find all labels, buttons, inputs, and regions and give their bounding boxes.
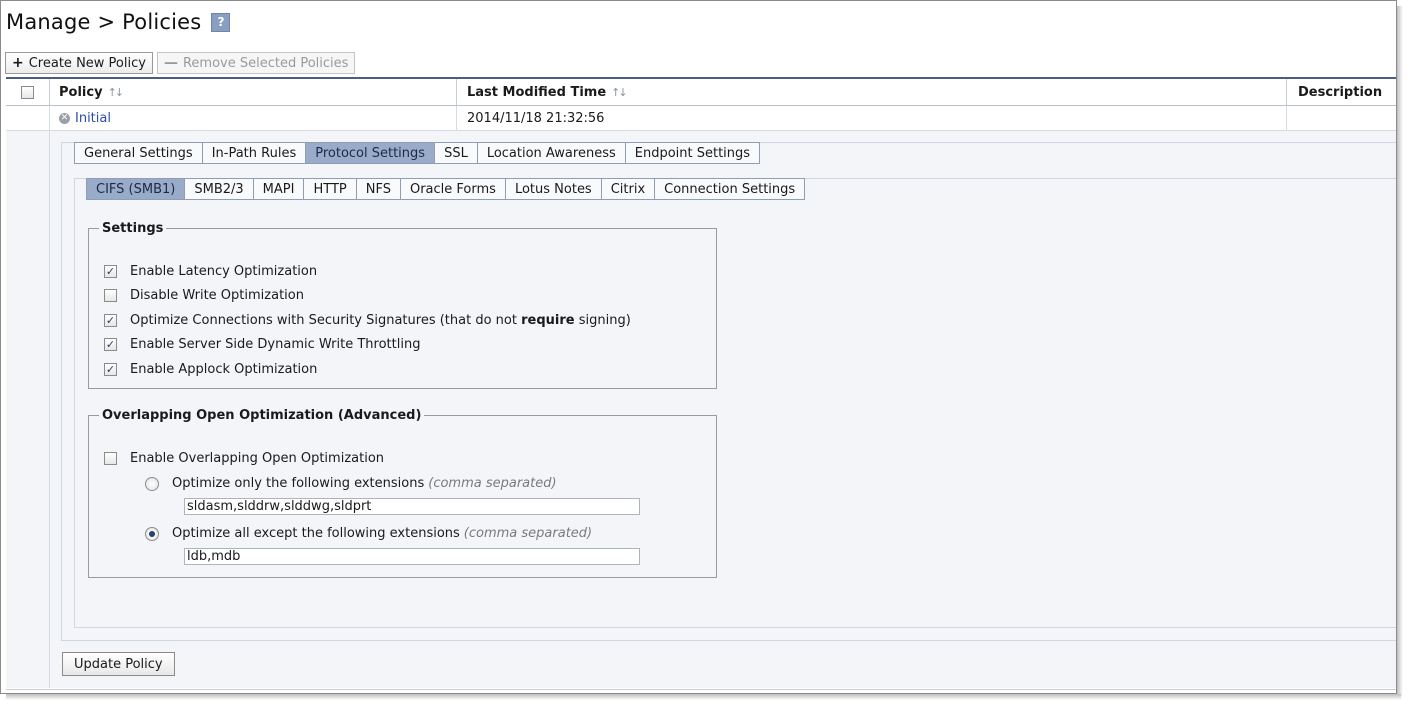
page-title: Manage > Policies — [6, 10, 202, 34]
window-shadow — [6, 694, 1401, 700]
option-label: Enable Latency Optimization — [130, 264, 318, 279]
option-label: Optimize only the following extensions — [172, 476, 425, 491]
option-security-signatures[interactable]: ✓ Optimize Connections with Security Sig… — [104, 313, 631, 328]
help-icon[interactable]: ? — [211, 12, 231, 32]
update-policy-button[interactable]: Update Policy — [62, 652, 175, 676]
tab-mapi[interactable]: MAPI — [253, 178, 305, 200]
option-label: Optimize Connections with Security Signa… — [130, 313, 631, 328]
checkbox-enable-overlapping-open[interactable] — [104, 452, 117, 465]
tab-in-path-rules[interactable]: In-Path Rules — [202, 142, 307, 164]
option-label-post: signing) — [574, 313, 631, 328]
option-label: Enable Server Side Dynamic Write Throttl… — [130, 337, 421, 352]
checkbox-write-throttling[interactable]: ✓ — [104, 338, 117, 351]
except-extensions-input[interactable]: ldb,mdb — [184, 548, 640, 565]
tab-lotus-notes[interactable]: Lotus Notes — [505, 178, 602, 200]
option-except-extensions[interactable]: Optimize all except the following extens… — [145, 526, 592, 541]
radio-only-extensions[interactable] — [145, 476, 159, 491]
detail-left-gutter — [6, 131, 50, 688]
option-enable-overlapping-open[interactable]: Enable Overlapping Open Optimization — [104, 451, 384, 466]
remove-policies-button[interactable]: — Remove Selected Policies — [156, 52, 356, 74]
tab-smb2-3[interactable]: SMB2/3 — [185, 178, 254, 200]
overlapping-open-legend: Overlapping Open Optimization (Advanced) — [102, 408, 422, 423]
column-header-last-modified[interactable]: Last Modified Time ↑↓ — [458, 79, 1287, 105]
option-label: Enable Applock Optimization — [130, 362, 318, 377]
protocol-settings-panel: CIFS (SMB1) SMB2/3 MAPI HTTP NFS Oracle … — [74, 178, 1396, 628]
policy-cell: ✕ Initial — [50, 106, 457, 130]
tab-oracle-forms[interactable]: Oracle Forms — [400, 178, 506, 200]
tab-endpoint-settings[interactable]: Endpoint Settings — [625, 142, 761, 164]
tab-http[interactable]: HTTP — [304, 178, 357, 200]
create-policy-label: Create New Policy — [28, 55, 146, 71]
sort-icon[interactable]: ↑↓ — [108, 86, 125, 99]
option-applock-optimization[interactable]: ✓ Enable Applock Optimization — [104, 362, 317, 377]
last-modified-cell: 2014/11/18 21:32:56 — [458, 106, 1287, 130]
tab-nfs[interactable]: NFS — [356, 178, 401, 200]
hint-text: (comma separated) — [463, 526, 593, 541]
column-header-policy[interactable]: Policy ↑↓ — [50, 79, 457, 105]
checkbox-latency-optimization[interactable]: ✓ — [104, 265, 117, 278]
option-label-bold: require — [521, 313, 575, 328]
checkbox-security-signatures[interactable]: ✓ — [104, 314, 117, 327]
column-header-policy-label: Policy — [59, 84, 103, 100]
option-label: Optimize all except the following extens… — [172, 526, 460, 541]
option-disable-write-optimization[interactable]: Disable Write Optimization — [104, 288, 304, 303]
sort-icon[interactable]: ↑↓ — [611, 86, 628, 99]
column-header-description-label: Description — [1298, 84, 1383, 100]
table-header: Policy ↑↓ Last Modified Time ↑↓ Descript… — [6, 79, 1396, 106]
overlapping-open-group: Overlapping Open Optimization (Advanced)… — [88, 408, 717, 578]
policies-table: Policy ↑↓ Last Modified Time ↑↓ Descript… — [6, 77, 1396, 693]
hint-text: (comma separated) — [428, 476, 557, 491]
row-select-cell — [6, 106, 50, 130]
only-extensions-input[interactable]: sldasm,slddrw,slddwg,sldprt — [184, 498, 640, 515]
collapse-icon[interactable]: ✕ — [59, 112, 70, 124]
checkbox-disable-write-optimization[interactable] — [104, 289, 117, 302]
protocol-tabs: CIFS (SMB1) SMB2/3 MAPI HTTP NFS Oracle … — [86, 178, 806, 200]
option-label: Disable Write Optimization — [130, 288, 304, 303]
option-label: Enable Overlapping Open Optimization — [130, 451, 385, 466]
policy-name-link[interactable]: Initial — [75, 111, 111, 126]
radio-except-extensions[interactable] — [145, 526, 159, 541]
plus-icon: + — [12, 55, 24, 71]
policy-settings-panel: General Settings In-Path Rules Protocol … — [61, 142, 1396, 641]
column-header-description: Description — [1288, 79, 1396, 105]
toolbar: + Create New Policy — Remove Selected Po… — [5, 52, 356, 74]
tab-citrix[interactable]: Citrix — [601, 178, 656, 200]
tab-connection-settings[interactable]: Connection Settings — [655, 178, 806, 200]
title-row: Manage > Policies ? — [6, 7, 231, 37]
option-label-pre: Optimize Connections with Security Signa… — [130, 313, 522, 328]
settings-legend: Settings — [102, 221, 164, 236]
option-write-throttling[interactable]: ✓ Enable Server Side Dynamic Write Throt… — [104, 337, 420, 352]
tab-general-settings[interactable]: General Settings — [74, 142, 203, 164]
tab-cifs-smb1[interactable]: CIFS (SMB1) — [86, 178, 186, 200]
settings-group: Settings ✓ Enable Latency Optimization D… — [88, 221, 717, 389]
remove-policies-label: Remove Selected Policies — [182, 55, 349, 71]
tab-location-awareness[interactable]: Location Awareness — [477, 142, 626, 164]
option-only-extensions[interactable]: Optimize only the following extensions (… — [145, 476, 557, 491]
tab-protocol-settings[interactable]: Protocol Settings — [306, 142, 436, 164]
option-latency-optimization[interactable]: ✓ Enable Latency Optimization — [104, 264, 317, 279]
create-policy-button[interactable]: + Create New Policy — [5, 52, 153, 74]
table-row: ✕ Initial 2014/11/18 21:32:56 — [6, 106, 1396, 131]
select-all-checkbox[interactable] — [21, 85, 34, 99]
app-window: Manage > Policies ? + Create New Policy … — [0, 0, 1397, 694]
column-header-last-modified-label: Last Modified Time — [467, 84, 607, 100]
policy-detail-panel: General Settings In-Path Rules Protocol … — [6, 131, 1396, 688]
window-shadow — [1397, 6, 1403, 696]
header-select-cell — [6, 79, 50, 105]
checkbox-applock-optimization[interactable]: ✓ — [104, 363, 117, 376]
main-tabs: General Settings In-Path Rules Protocol … — [74, 142, 761, 164]
minus-icon: — — [163, 55, 178, 71]
tab-ssl[interactable]: SSL — [435, 142, 478, 164]
